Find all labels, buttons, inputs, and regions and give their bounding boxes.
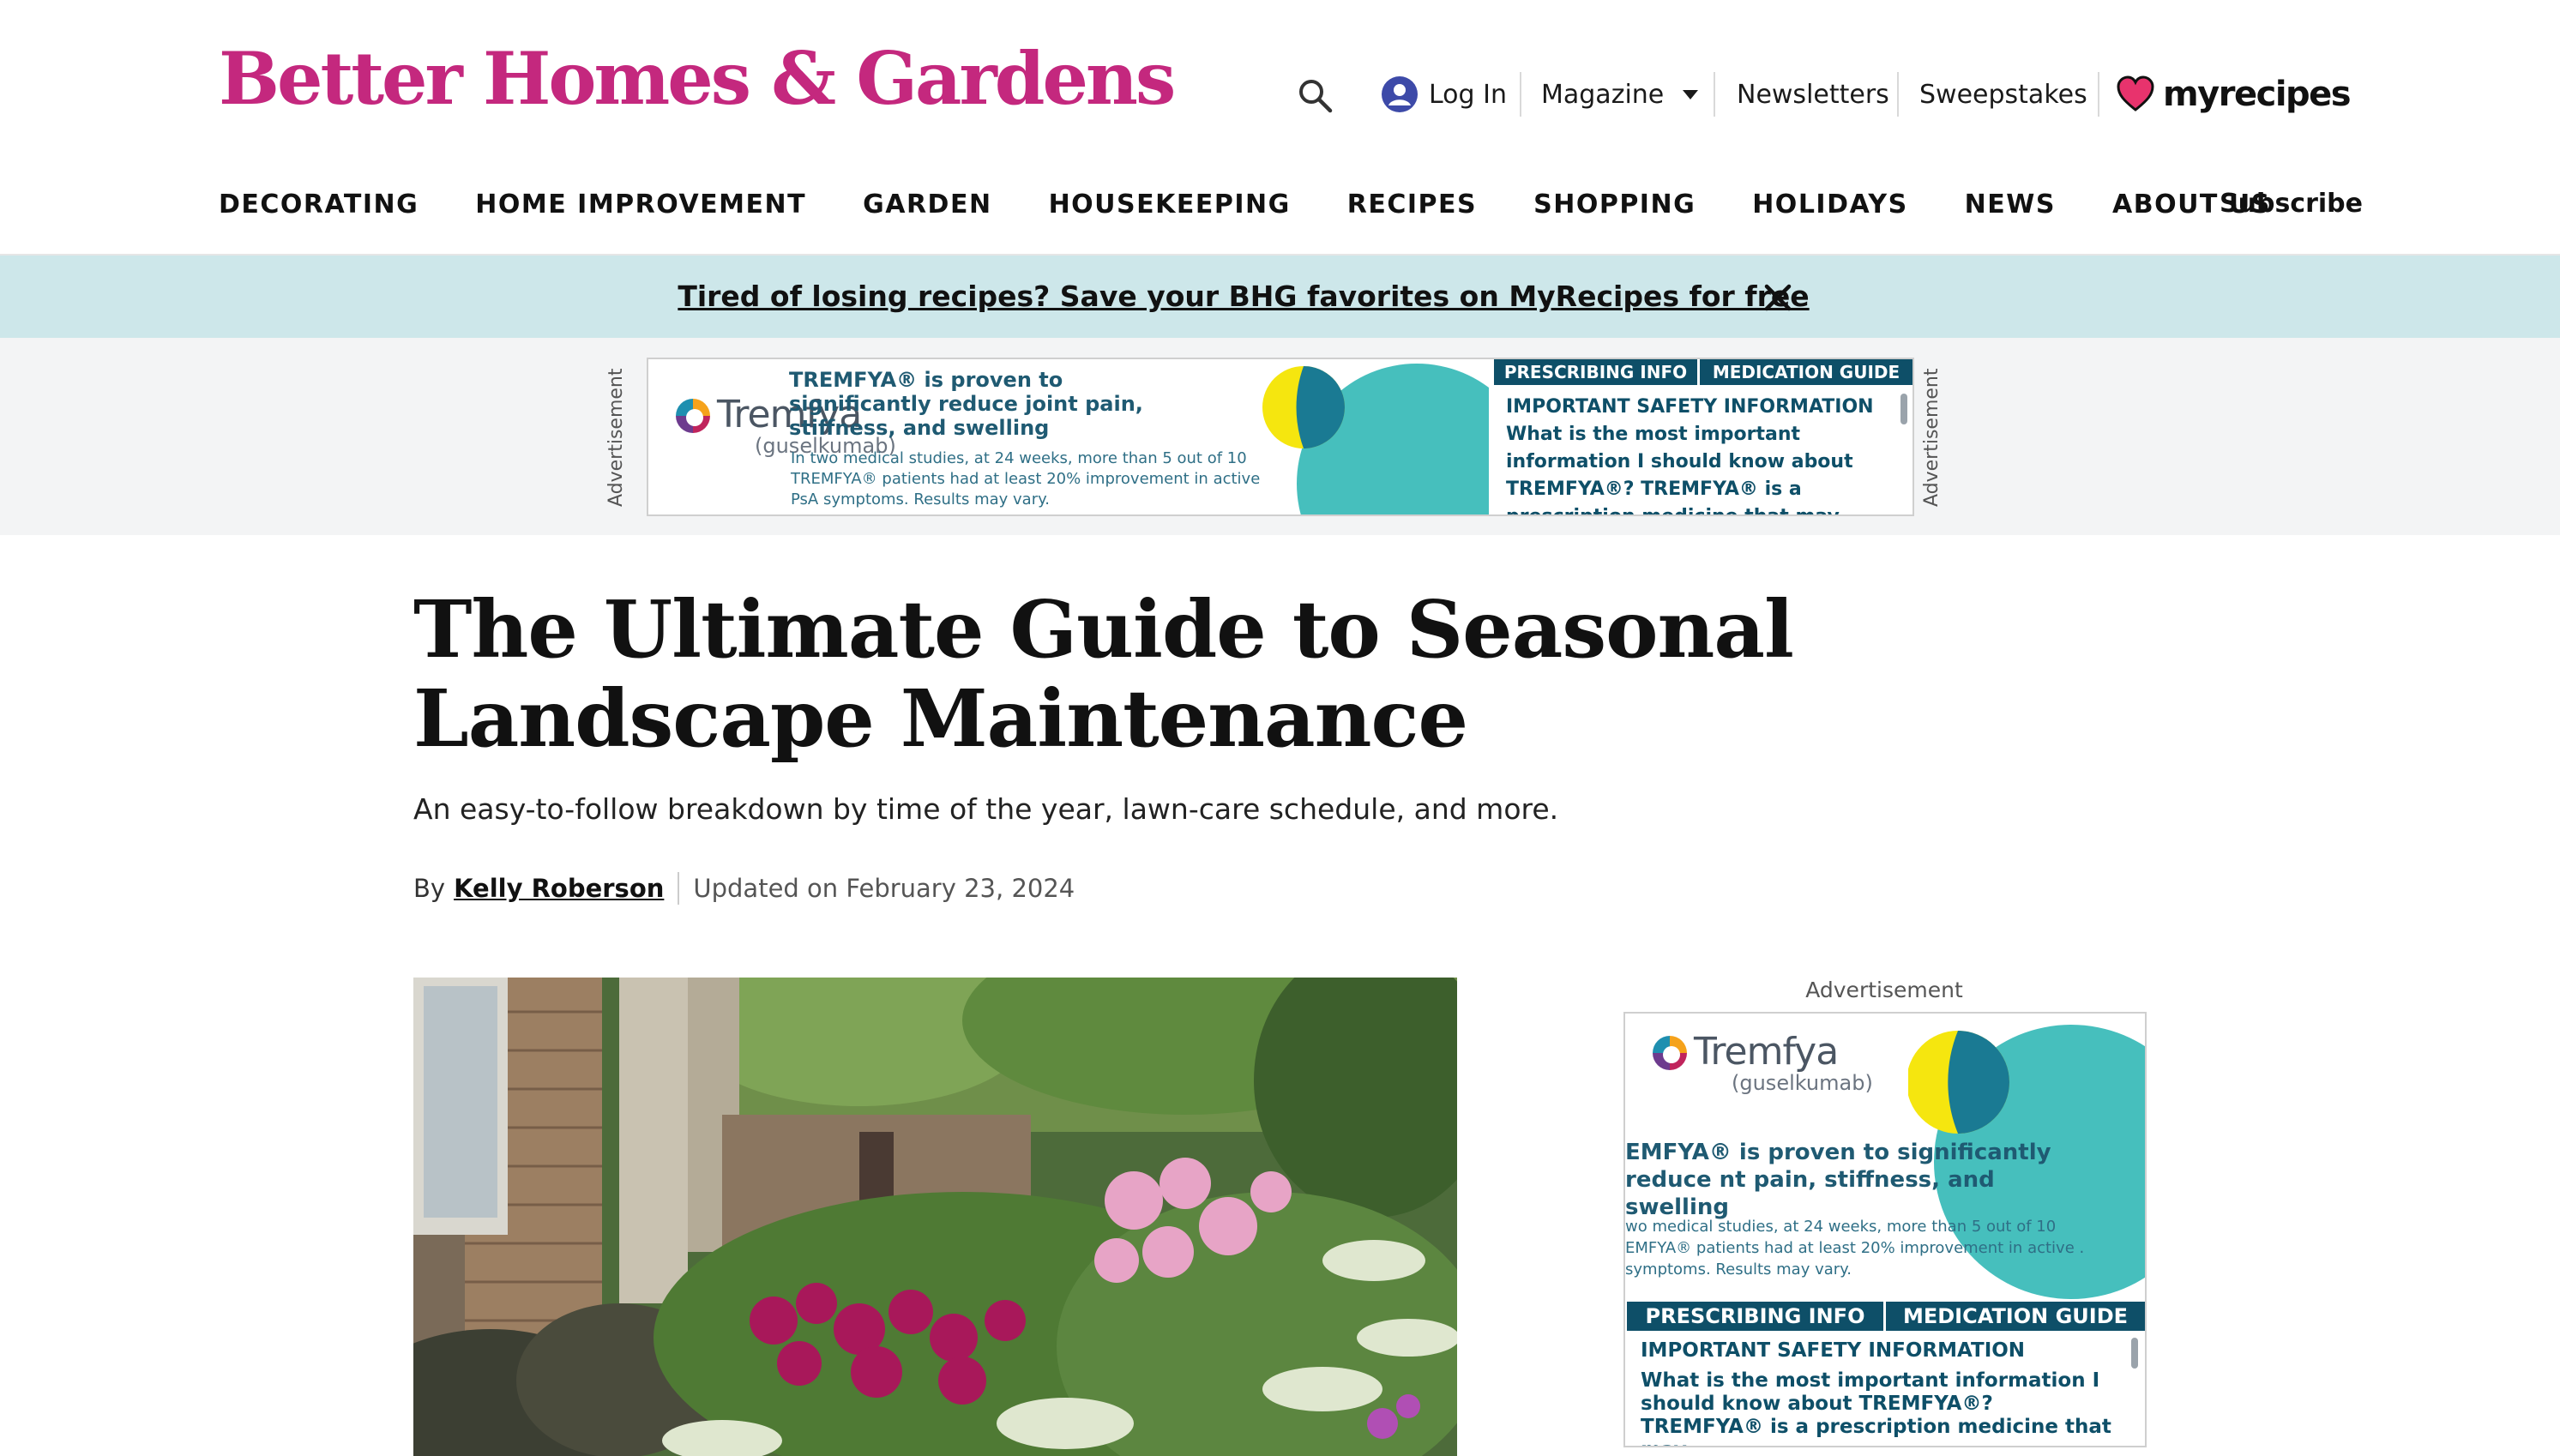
isi-tabs: PRESCRIBING INFO MEDICATION GUIDE — [1494, 359, 1912, 385]
chevron-down-icon — [1683, 89, 1699, 99]
divider — [2098, 72, 2099, 117]
ad-label-left: Advertisement — [605, 368, 627, 507]
article-dek: An easy-to-follow breakdown by time of t… — [413, 792, 1559, 826]
nav-item-home-improvement[interactable]: HOME IMPROVEMENT — [475, 190, 806, 220]
isi-scrollbar[interactable] — [1900, 394, 1907, 424]
isi-scrollbar[interactable] — [2131, 1338, 2138, 1369]
nav-item-decorating[interactable]: DECORATING — [219, 190, 419, 220]
myrecipes-logo: myrecipes — [2163, 75, 2352, 114]
tremfya-logo-icon — [1653, 1036, 1687, 1070]
isi-body: What is the most important information I… — [1506, 424, 1853, 514]
nav-item-housekeeping[interactable]: HOUSEKEEPING — [1049, 190, 1291, 220]
heart-icon — [2117, 75, 2154, 111]
ad-circles-art — [1262, 364, 1489, 514]
isi-text-block: IMPORTANT SAFETY INFORMATION What is the… — [1506, 394, 1892, 514]
site-logo[interactable]: Better Homes & Gardens — [219, 36, 1176, 121]
top-banner-ad[interactable]: Tremfya (guselkumab) TREMFYA® is proven … — [647, 358, 1914, 516]
medication-guide-tab[interactable]: MEDICATION GUIDE — [1700, 359, 1912, 385]
sweepstakes-link[interactable]: Sweepstakes — [1919, 69, 2087, 120]
site-header: Better Homes & Gardens Log In Magazine N… — [0, 0, 2560, 256]
byline: By Kelly Roberson Updated on February 23… — [413, 871, 1075, 905]
nav-item-holidays[interactable]: HOLIDAYS — [1752, 190, 1907, 220]
promo-banner: Tired of losing recipes? Save your BHG f… — [0, 256, 2560, 338]
prescribing-info-tab[interactable]: PRESCRIBING INFO — [1627, 1302, 1886, 1331]
search-icon[interactable] — [1295, 75, 1334, 115]
tremfya-logo-icon — [676, 399, 710, 433]
magazine-label: Magazine — [1541, 79, 1665, 110]
divider — [1897, 72, 1899, 117]
article-title: The Ultimate Guide to Seasonal Landscape… — [413, 583, 1794, 765]
ad-brand-generic: (guselkumab) — [1732, 1071, 1873, 1095]
side-ad-label: Advertisement — [1805, 978, 1963, 1002]
side-ad[interactable]: Tremfya (guselkumab) EMFYA® is proven to… — [1623, 1012, 2147, 1447]
ad-brand: Tremfya (guselkumab) — [1649, 1032, 1873, 1094]
isi-heading: IMPORTANT SAFETY INFORMATION — [1506, 396, 1874, 418]
ad-body: wo medical studies, at 24 weeks, more th… — [1625, 1218, 2085, 1279]
nav-item-shopping[interactable]: SHOPPING — [1533, 190, 1696, 220]
nav-item-recipes[interactable]: RECIPES — [1347, 190, 1477, 220]
updated-date: Updated on February 23, 2024 — [693, 874, 1075, 903]
ad-headline: EMFYA® is proven to significantly reduce… — [1625, 1140, 2051, 1220]
divider — [1714, 72, 1715, 117]
newsletters-link[interactable]: Newsletters — [1737, 69, 1889, 120]
prescribing-info-tab[interactable]: PRESCRIBING INFO — [1494, 359, 1700, 385]
login-link[interactable]: Log In — [1381, 69, 1507, 120]
ad-body: In two medical studies, at 24 weeks, mor… — [791, 449, 1261, 508]
divider — [1520, 72, 1521, 117]
medication-guide-tab[interactable]: MEDICATION GUIDE — [1886, 1302, 2145, 1331]
isi-tabs: PRESCRIBING INFO MEDICATION GUIDE — [1627, 1302, 2145, 1331]
hero-image-garden — [413, 978, 1457, 1456]
nav-item-garden[interactable]: GARDEN — [863, 190, 991, 220]
magazine-dropdown[interactable]: Magazine — [1541, 69, 1699, 120]
author-link[interactable]: Kelly Roberson — [454, 874, 664, 903]
byline-prefix: By — [413, 874, 446, 903]
subscribe-button[interactable]: Subscribe — [2220, 178, 2363, 230]
main-nav: DECORATING HOME IMPROVEMENT GARDEN HOUSE… — [219, 178, 2328, 230]
close-icon[interactable] — [1763, 283, 1792, 312]
nav-item-news[interactable]: NEWS — [1965, 190, 2056, 220]
ad-headline: TREMFYA® is proven to significantly redu… — [789, 368, 1143, 440]
isi-body: What is the most important information I… — [1641, 1369, 2111, 1446]
isi-heading: IMPORTANT SAFETY INFORMATION — [1641, 1339, 2026, 1362]
ad-label-right: Advertisement — [1921, 368, 1943, 507]
login-label: Log In — [1429, 79, 1507, 110]
promo-link[interactable]: Tired of losing recipes? Save your BHG f… — [0, 256, 2487, 338]
isi-text-block: IMPORTANT SAFETY INFORMATION What is the… — [1641, 1339, 2121, 1446]
divider — [678, 872, 680, 905]
myrecipes-link[interactable]: myrecipes — [2117, 69, 2352, 120]
user-avatar-icon — [1382, 76, 1418, 112]
ad-brand-name: Tremfya — [1694, 1030, 1839, 1074]
